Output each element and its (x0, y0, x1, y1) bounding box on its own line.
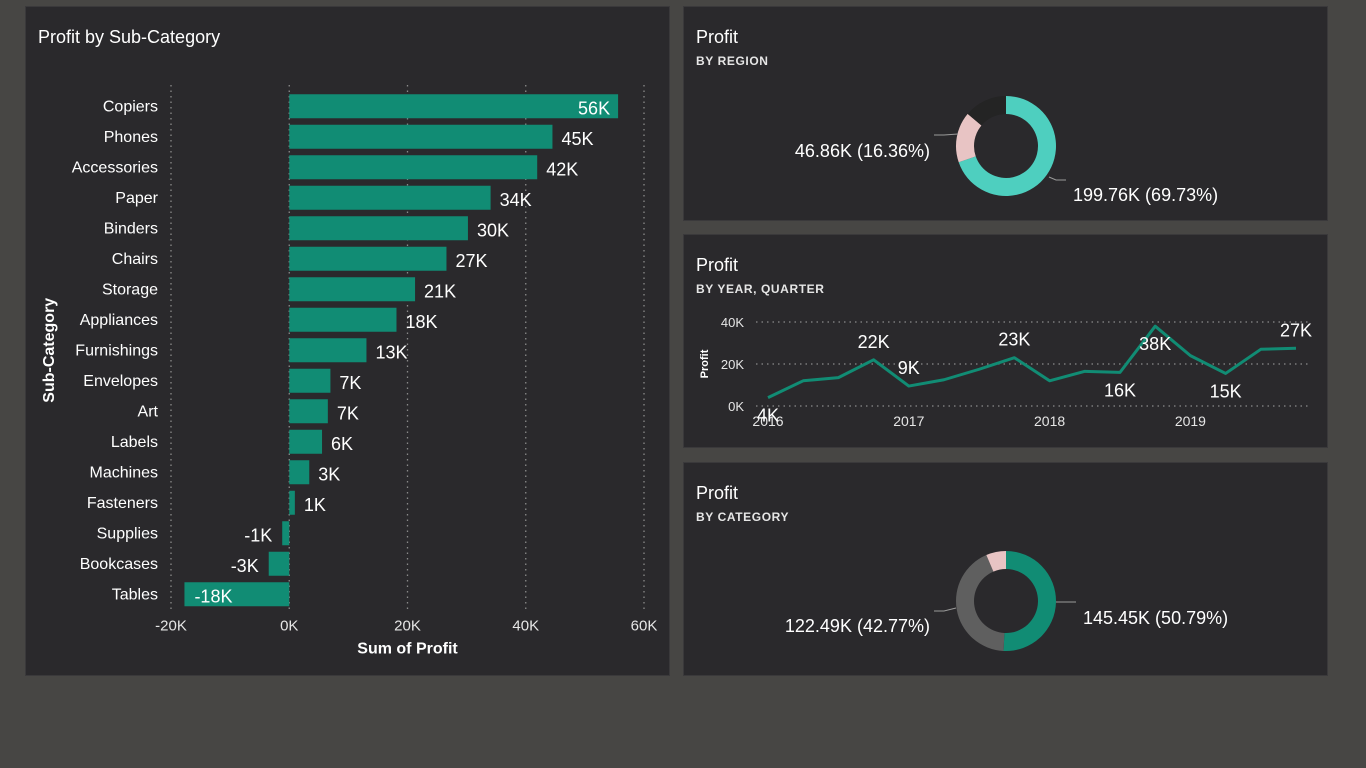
data-label: 21K (424, 281, 456, 301)
data-label: 27K (455, 251, 487, 271)
bar (289, 338, 367, 363)
profit-by-subcategory-panel[interactable]: Profit by Sub-Category -20K 0K 20K 40K 60K Co… (25, 6, 670, 676)
slice-annotation: 122.49K (42.77%) (785, 616, 930, 636)
category-label: Paper (115, 190, 158, 207)
slice-annotation: 46.86K (16.36%) (795, 141, 930, 161)
data-label: 1K (304, 495, 326, 515)
bar (289, 307, 397, 332)
leader-line (934, 607, 957, 612)
category-label: Furnishings (75, 342, 158, 359)
year-quarter-line-chart[interactable]: 0K20K40KProfit2016 2017 2018 20194K22K9K23K… (684, 235, 1327, 447)
x-tick-label: -20K (155, 618, 187, 635)
data-label: 7K (337, 403, 359, 423)
category-label: Appliances (80, 312, 158, 329)
bar (289, 216, 468, 241)
bar (289, 277, 416, 302)
data-label: 3K (318, 464, 340, 484)
x-tick-label: 0K (280, 618, 298, 635)
bar (282, 521, 290, 546)
bar (289, 94, 619, 119)
x-tick-label: 60K (631, 618, 658, 635)
data-label: 30K (477, 220, 509, 240)
y-axis-title: Profit (699, 349, 711, 378)
data-label: -1K (244, 525, 272, 545)
data-label: -18K (194, 586, 232, 606)
subcategory-bar-chart[interactable]: -20K 0K 20K 40K 60K Copiers 56K Phones 45K Access… (26, 7, 669, 675)
category-label: Fasteners (87, 495, 158, 512)
category-label: Copiers (103, 98, 158, 115)
x-tick-label: 20K (394, 618, 421, 635)
bar (289, 185, 491, 210)
bar (289, 399, 328, 424)
profit-by-region-panel[interactable]: Profit BY REGION 199.76K (69.73%) 46.86K … (683, 6, 1328, 221)
slice-annotation: 199.76K (69.73%) (1073, 185, 1218, 205)
data-label: 15K (1210, 381, 1242, 401)
bar (289, 429, 323, 454)
bar (289, 246, 447, 271)
data-label: 27K (1280, 320, 1312, 340)
x-axis-title: Sum of Profit (357, 641, 458, 658)
y-tick-label: 0K (728, 399, 744, 414)
data-label: 22K (858, 332, 890, 352)
bar (289, 490, 295, 515)
data-label: -3K (231, 556, 259, 576)
y-tick-label: 20K (721, 357, 744, 372)
data-label: 16K (1104, 380, 1136, 400)
leader-line (934, 133, 959, 136)
category-label: Tables (112, 586, 158, 603)
category-donut-chart[interactable]: 145.45K (50.79%) 122.49K (42.77%) (684, 463, 1327, 675)
category-label: Supplies (97, 525, 158, 542)
data-label: 4K (757, 406, 779, 426)
category-label: Phones (104, 129, 158, 146)
bar (289, 124, 553, 149)
profit-by-year-quarter-panel[interactable]: Profit BY YEAR, QUARTER 0K 20K 40K Profit 20… (683, 234, 1328, 448)
category-label: Storage (102, 281, 158, 298)
data-label: 42K (546, 159, 578, 179)
category-label: Art (138, 403, 159, 420)
category-label: Labels (111, 434, 158, 451)
leader-line (1048, 176, 1066, 181)
bar (289, 460, 310, 485)
x-tick-label: 2017 (893, 413, 924, 429)
y-axis-title: Sub-Category (41, 298, 58, 403)
donut-slice (1003, 551, 1056, 651)
data-label: 7K (339, 373, 361, 393)
data-label: 23K (998, 330, 1030, 350)
category-label: Chairs (112, 251, 158, 268)
data-label: 9K (898, 358, 920, 378)
data-label: 45K (561, 129, 593, 149)
y-tick-label: 40K (721, 315, 744, 330)
profit-by-category-panel[interactable]: Profit BY CATEGORY 145.45K (50.79%) 122.4… (683, 462, 1328, 676)
category-label: Envelopes (83, 373, 158, 390)
data-label: 6K (331, 434, 353, 454)
category-label: Bookcases (80, 556, 158, 573)
slice-annotation: 145.45K (50.79%) (1083, 608, 1228, 628)
data-label: 18K (405, 312, 437, 332)
data-label: 38K (1139, 334, 1171, 354)
bar (289, 368, 331, 393)
x-tick-label: 40K (512, 618, 539, 635)
category-label: Binders (104, 220, 158, 237)
region-donut-chart[interactable]: 199.76K (69.73%) 46.86K (16.36%) (684, 7, 1327, 220)
category-label: Accessories (72, 159, 158, 176)
data-label: 56K (578, 98, 610, 118)
x-tick-label: 2018 (1034, 413, 1065, 429)
bar (289, 155, 538, 180)
data-label: 34K (500, 190, 532, 210)
x-tick-label: 2019 (1175, 413, 1206, 429)
category-label: Machines (90, 464, 158, 481)
data-label: 13K (375, 342, 407, 362)
bar (268, 551, 290, 576)
